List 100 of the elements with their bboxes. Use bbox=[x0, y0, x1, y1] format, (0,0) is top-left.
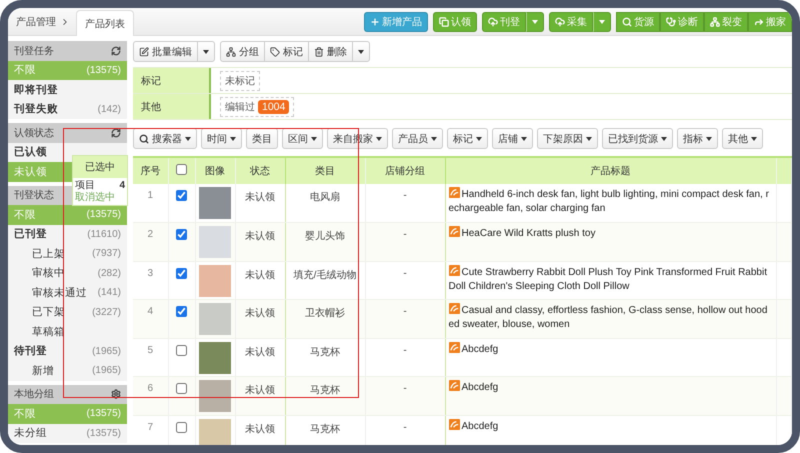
trash-icon bbox=[314, 46, 324, 56]
row-number: 2 bbox=[133, 222, 168, 261]
column-header: 店铺分组 bbox=[365, 157, 445, 184]
row-number: 7 bbox=[133, 415, 168, 445]
table-cell: 未认领 bbox=[235, 376, 285, 415]
cloud-upload-icon bbox=[555, 16, 565, 26]
filter-button[interactable]: 已找到货源 bbox=[602, 128, 673, 149]
table-cell: 未认领 bbox=[235, 415, 285, 445]
row-checkbox[interactable] bbox=[176, 306, 187, 317]
column-header: 产品标题 bbox=[445, 157, 776, 184]
sidebar-item[interactable]: 已刊登 (11610) bbox=[8, 224, 127, 244]
table-cell: 未认领 bbox=[235, 300, 285, 338]
search-icon bbox=[622, 16, 632, 26]
product-title: Cute Strawberry Rabbit Doll Plush Toy Pink Transformed Fruit Rabbit Doll Children's Sleeping Cloth Doll Pillow bbox=[448, 264, 768, 294]
row-checkbox[interactable] bbox=[176, 422, 187, 432]
row-checkbox[interactable] bbox=[176, 229, 187, 240]
caret-icon bbox=[532, 20, 538, 24]
filter-button[interactable]: 搜索器 bbox=[133, 128, 197, 149]
row-number: 6 bbox=[133, 376, 168, 415]
filter-button[interactable]: 产品员 bbox=[392, 128, 443, 149]
filter-button[interactable]: 下架原因 bbox=[537, 128, 598, 149]
table-cell: - bbox=[365, 415, 445, 445]
dropdown-button[interactable] bbox=[197, 41, 215, 62]
select-all-checkbox[interactable] bbox=[176, 164, 187, 175]
column-header: 序号 bbox=[133, 157, 168, 184]
photo-placeholder bbox=[199, 264, 231, 296]
photo-placeholder bbox=[199, 380, 231, 412]
filter-button[interactable]: 类目 bbox=[246, 128, 278, 149]
chip-label: 编辑过 bbox=[225, 100, 255, 114]
table-cell: - bbox=[365, 300, 445, 338]
sidebar-item[interactable]: 新增 (1965) bbox=[8, 361, 127, 380]
sitemap-icon bbox=[710, 16, 720, 26]
photo-placeholder bbox=[199, 418, 231, 445]
dropdown-button[interactable] bbox=[352, 41, 370, 62]
popup-label: 项目 bbox=[75, 180, 95, 192]
row-number: 4 bbox=[133, 300, 168, 338]
product-title: Abcdefg bbox=[448, 380, 772, 395]
filter-button[interactable]: 店铺 bbox=[492, 128, 533, 149]
filter-label: 标记 bbox=[133, 68, 211, 93]
sidebar-item[interactable]: 审核中 (282) bbox=[8, 264, 127, 283]
sidebar-item[interactable]: 未分组 (13575) bbox=[8, 424, 127, 443]
filter-chip[interactable]: 未标记 bbox=[220, 70, 260, 90]
table-cell: - bbox=[365, 222, 445, 261]
filter-button[interactable]: 时间 bbox=[201, 128, 242, 149]
filter-button[interactable]: 标记 bbox=[447, 128, 488, 149]
sidebar-item[interactable]: 已下架 (3227) bbox=[8, 302, 127, 322]
search-icon bbox=[139, 134, 149, 144]
sidebar-item[interactable]: 待刊登 (1965) bbox=[8, 342, 127, 361]
product-title: Abcdefg bbox=[448, 418, 772, 434]
edit-icon bbox=[139, 46, 149, 56]
product-title: Abcdefg bbox=[448, 342, 772, 356]
caret-icon bbox=[599, 20, 605, 24]
table-cell: 马克杯 bbox=[285, 376, 365, 415]
logo-icon bbox=[448, 226, 460, 237]
table-cell: - bbox=[365, 376, 445, 415]
refresh-icon[interactable] bbox=[111, 128, 121, 138]
stethoscope-icon bbox=[666, 16, 676, 26]
logo-icon bbox=[448, 303, 460, 314]
logo-icon bbox=[448, 342, 460, 352]
chip-label: 未标记 bbox=[225, 74, 255, 88]
settings-icon[interactable] bbox=[111, 389, 121, 400]
copy-icon bbox=[439, 16, 449, 26]
row-checkbox[interactable] bbox=[176, 268, 187, 278]
popup-title: 已选中 bbox=[73, 156, 127, 178]
column-header: 状态 bbox=[235, 157, 285, 184]
product-title: HeaCare Wild Kratts plush toy bbox=[448, 226, 772, 241]
table-cell: 马克杯 bbox=[285, 415, 365, 445]
section-title: 本地分组 bbox=[14, 388, 54, 402]
sitemap-icon bbox=[226, 46, 236, 56]
toolbar-button[interactable]: 删除 bbox=[308, 41, 353, 62]
popup-count: 4 bbox=[119, 180, 125, 192]
toolbar-button[interactable]: 分组 bbox=[220, 41, 265, 62]
share-arrow-icon bbox=[754, 16, 764, 26]
logo-icon bbox=[448, 264, 460, 276]
product-title: Handheld 6-inch desk fan, light bulb lighting, mini compact desk fan, rechargeable fan, solar charging fan bbox=[448, 187, 770, 216]
page-tab[interactable]: 产品列表 bbox=[76, 10, 134, 36]
row-checkbox[interactable] bbox=[176, 344, 187, 356]
caret-icon bbox=[358, 50, 364, 54]
sidebar-item[interactable]: 即将刊登 bbox=[8, 80, 127, 100]
table-cell: 卫衣帽衫 bbox=[285, 300, 365, 338]
sidebar-item[interactable]: 已上架 (7937) bbox=[8, 244, 127, 264]
count-badge: 1004 bbox=[258, 100, 290, 114]
row-checkbox[interactable] bbox=[176, 383, 187, 394]
filter-button[interactable]: 指标 bbox=[677, 128, 718, 149]
cloud-upload-icon bbox=[488, 16, 498, 26]
filter-chip[interactable]: 编辑过 1004 bbox=[220, 96, 294, 116]
filter-button[interactable]: 区间 bbox=[282, 128, 323, 149]
filter-button[interactable]: 其他 bbox=[722, 128, 763, 149]
batch-edit-button[interactable]: 批量编辑 bbox=[133, 41, 198, 62]
logo-icon bbox=[448, 380, 460, 391]
product-title: Casual and classy, effortless fashion, G-class sense, hollow out hooded sweater, blouse, women bbox=[448, 303, 768, 332]
photo-placeholder bbox=[199, 187, 231, 219]
photo-placeholder bbox=[199, 226, 231, 258]
refresh-icon[interactable] bbox=[111, 46, 121, 56]
sidebar-item[interactable]: 刊登失败 (142) bbox=[8, 100, 127, 119]
toolbar-button[interactable]: 标记 bbox=[264, 41, 309, 62]
caret-icon bbox=[203, 50, 209, 54]
column-header: 图像 bbox=[195, 157, 235, 184]
breadcrumb-link[interactable]: 产品管理 bbox=[12, 9, 76, 35]
row-checkbox[interactable] bbox=[176, 190, 187, 201]
